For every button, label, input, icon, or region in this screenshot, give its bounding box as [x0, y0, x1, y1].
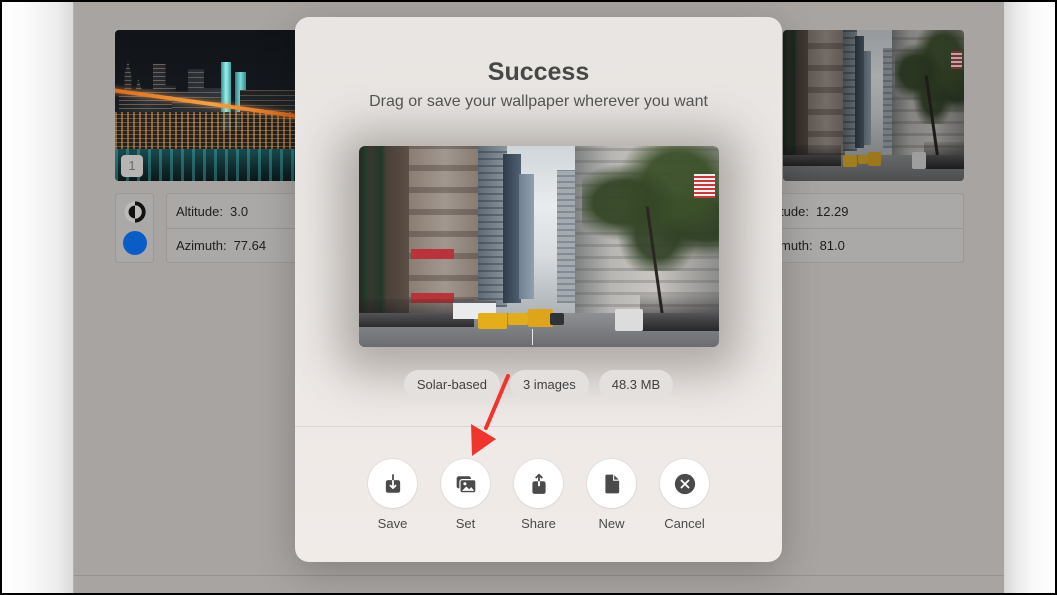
- photo-shape: [868, 152, 881, 166]
- chip-file-size: 48.3 MB: [598, 370, 674, 399]
- photo-shape: [411, 248, 455, 259]
- color-swatch[interactable]: [123, 231, 147, 255]
- wallpaper-preview-image[interactable]: [359, 146, 719, 347]
- photo-shape: [783, 144, 841, 166]
- dialog-actions: Save Set Share New Cancel: [295, 459, 782, 531]
- share-label: Share: [521, 516, 556, 531]
- set-button-circle[interactable]: [441, 459, 490, 508]
- altitude-label: Altitude:: [176, 203, 223, 219]
- photo-shape: [531, 328, 533, 345]
- save-button-circle[interactable]: [368, 459, 417, 508]
- thumbnail-index-badge: 1: [121, 155, 143, 177]
- photo-shape: [477, 312, 507, 329]
- cancel-button-circle[interactable]: [660, 459, 709, 508]
- new-label: New: [598, 516, 625, 531]
- window-footer-divider: [74, 575, 1004, 576]
- wallpaper-info-chips: Solar-based 3 images 48.3 MB: [295, 370, 782, 399]
- set-wallpaper-icon: [456, 475, 477, 493]
- contrast-half-circle-icon[interactable]: [124, 201, 146, 223]
- azimuth-label: Azimuth:: [176, 238, 227, 253]
- desktop-left-margin: [0, 0, 73, 595]
- photo-shape: [115, 149, 305, 181]
- sun-position-panel-right: Altitude: 12.29 Azimuth: 81.0: [751, 193, 964, 263]
- photo-shape: [951, 51, 963, 70]
- save-download-icon: [385, 473, 400, 493]
- photo-shape: [924, 141, 964, 169]
- wallpaper-thumbnail-night-skyline[interactable]: 1: [115, 30, 305, 181]
- dialog-title: Success: [487, 58, 590, 86]
- altitude-row: Altitude: 12.29: [752, 194, 963, 228]
- chip-type: Solar-based: [403, 370, 500, 399]
- cancel-button[interactable]: Cancel: [648, 459, 721, 531]
- altitude-value: 3.0: [229, 203, 249, 219]
- set-wallpaper-button[interactable]: Set: [429, 459, 502, 531]
- photo-shape: [911, 152, 926, 169]
- azimuth-value: 81.0: [819, 238, 845, 253]
- photo-shape: [639, 294, 719, 331]
- photo-shape: [693, 174, 716, 199]
- share-button-circle[interactable]: [514, 459, 563, 508]
- save-button[interactable]: Save: [356, 459, 429, 531]
- cancel-label: Cancel: [664, 516, 705, 531]
- photo-shape: [863, 51, 871, 145]
- photo-shape: [614, 308, 644, 331]
- save-label: Save: [377, 516, 408, 531]
- photo-shape: [549, 312, 565, 325]
- chip-image-count: 3 images: [509, 370, 589, 399]
- share-icon: [531, 473, 546, 494]
- photo-shape: [858, 155, 869, 165]
- photo-shape: [508, 312, 529, 325]
- share-button[interactable]: Share: [502, 459, 575, 531]
- photo-shape: [582, 146, 719, 271]
- altitude-value: 12.29: [815, 203, 849, 219]
- dialog-divider: [295, 426, 782, 427]
- success-dialog: Success Drag or save your wallpaper wher…: [295, 17, 782, 562]
- wallpaper-thumbnail-city-street[interactable]: [783, 30, 964, 181]
- set-label: Set: [455, 516, 476, 531]
- new-button[interactable]: New: [575, 459, 648, 531]
- azimuth-row: Azimuth: 81.0: [752, 228, 963, 262]
- photo-shape: [115, 111, 305, 151]
- photo-shape: [519, 174, 534, 299]
- photo-shape: [842, 155, 858, 168]
- azimuth-value: 77.64: [233, 238, 267, 253]
- new-button-circle[interactable]: [587, 459, 636, 508]
- appearance-cell: [115, 193, 154, 263]
- new-document-icon: [604, 474, 619, 493]
- desktop-right-margin: [1004, 0, 1057, 595]
- dialog-subtitle: Drag or save your wallpaper wherever you…: [369, 93, 708, 110]
- cancel-circle-x-icon: [674, 473, 695, 494]
